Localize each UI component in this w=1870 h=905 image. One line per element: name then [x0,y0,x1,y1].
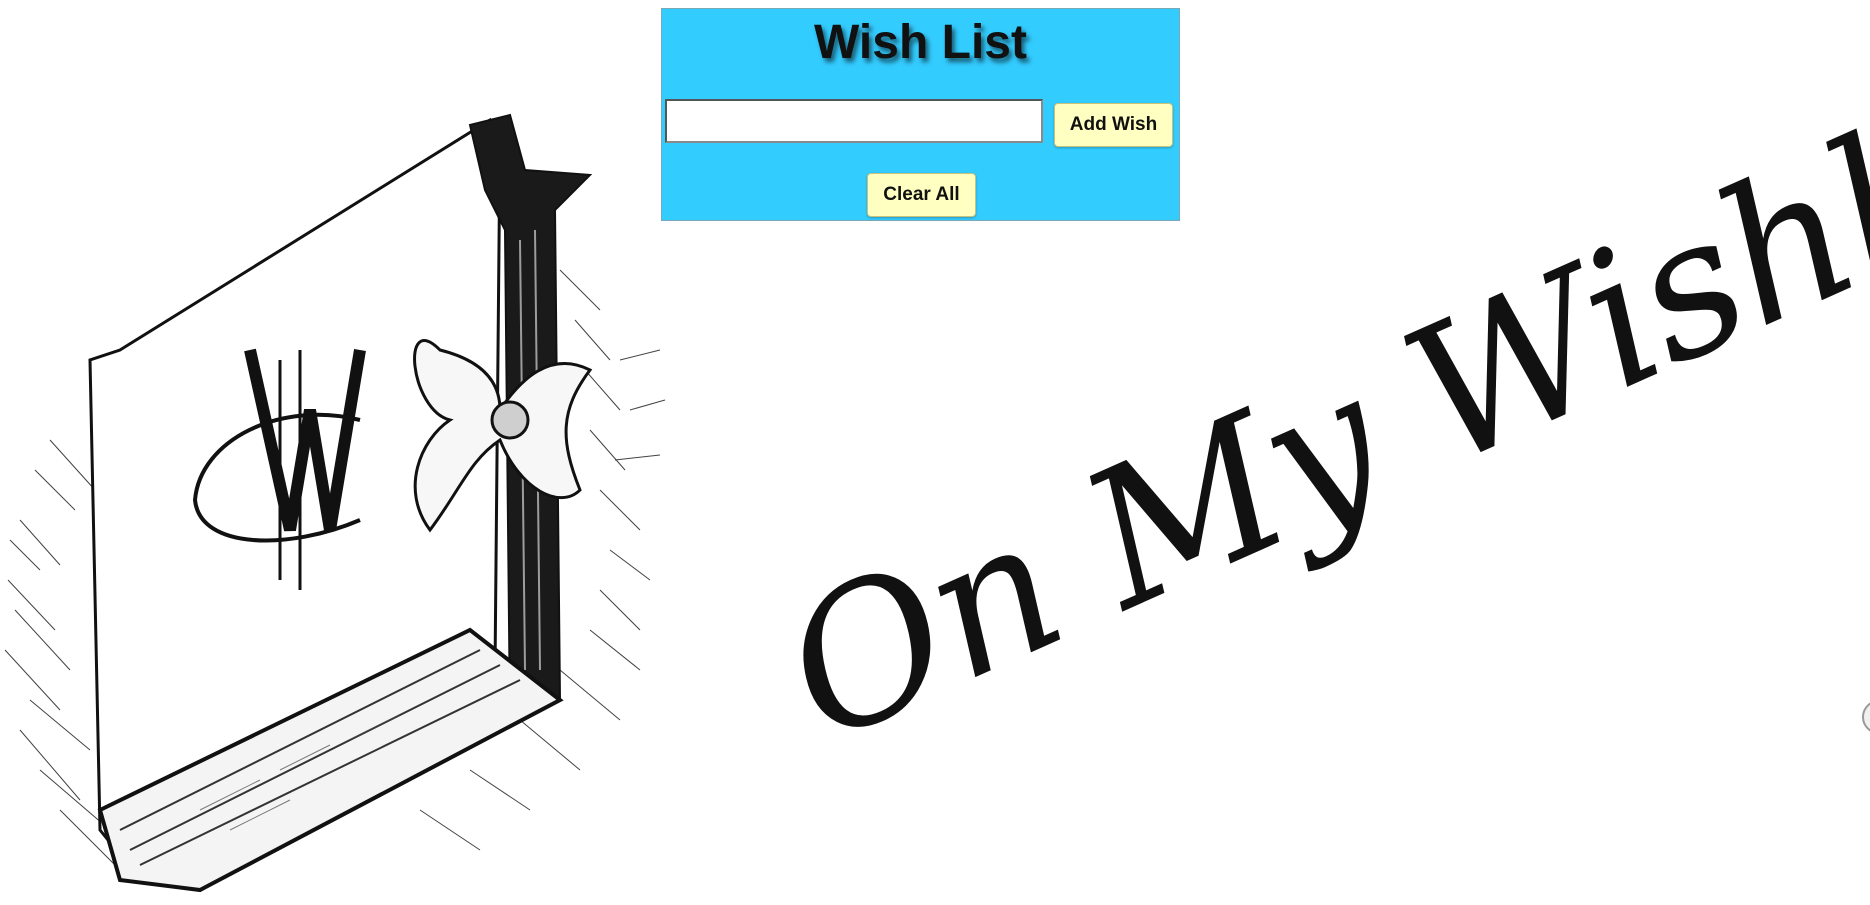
clear-all-button[interactable]: Clear All [867,173,976,217]
wish-input[interactable] [665,99,1043,143]
wish-list-panel: Wish List Add Wish Clear All [661,8,1180,221]
edge-circle-button[interactable] [1862,700,1870,734]
panel-title: Wish List [814,16,1027,69]
page: On My Wishlist Wish List Add Wish Clear … [0,0,1870,905]
book-illustration [4,113,666,893]
add-wish-button[interactable]: Add Wish [1054,103,1173,147]
